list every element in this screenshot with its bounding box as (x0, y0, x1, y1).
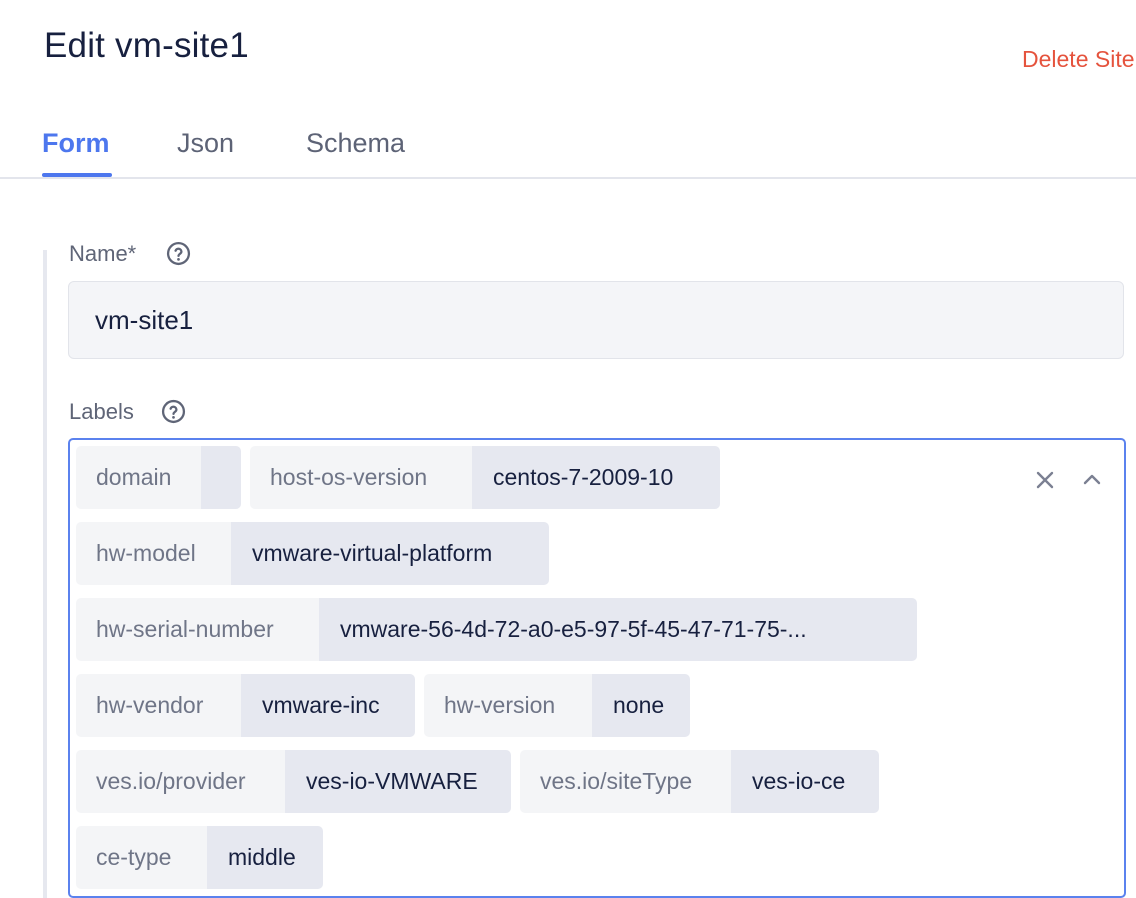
edit-site-page: Edit vm-site1 Delete Site Form Json Sche… (0, 0, 1136, 898)
label-key: host-os-version (250, 446, 472, 509)
question-circle-icon[interactable] (161, 399, 186, 424)
label-chip[interactable]: hw-version none (424, 674, 690, 737)
label-key: domain (76, 446, 201, 509)
label-value: vmware-virtual-platform (231, 522, 549, 585)
page-title: Edit vm-site1 (44, 26, 249, 65)
tab-schema[interactable]: Schema (306, 128, 405, 159)
label-chip[interactable]: host-os-version centos-7-2009-10 (250, 446, 720, 509)
labels-field-label: Labels (69, 399, 134, 424)
name-field-label: Name* (69, 241, 137, 266)
label-key: ce-type (76, 826, 207, 889)
tab-bar: Form Json Schema (0, 120, 1136, 179)
active-tab-indicator (42, 173, 112, 177)
tab-form[interactable]: Form (42, 128, 110, 159)
label-value: middle (207, 826, 323, 889)
tab-json[interactable]: Json (177, 128, 234, 159)
delete-site-button[interactable]: Delete Site (1022, 46, 1135, 73)
section-divider (43, 250, 47, 898)
label-value: centos-7-2009-10 (472, 446, 720, 509)
label-key: ves.io/provider (76, 750, 285, 813)
label-value: vmware-inc (241, 674, 415, 737)
label-value: ves-io-VMWARE (285, 750, 511, 813)
question-circle-icon[interactable] (166, 241, 191, 266)
label-chip[interactable]: hw-vendor vmware-inc (76, 674, 415, 737)
label-value: ves-io-ce (731, 750, 879, 813)
label-value: none (592, 674, 690, 737)
chevron-up-icon[interactable] (1080, 468, 1104, 492)
label-value (201, 446, 241, 509)
label-key: hw-vendor (76, 674, 241, 737)
label-chip[interactable]: ves.io/provider ves-io-VMWARE (76, 750, 511, 813)
label-key: ves.io/siteType (520, 750, 731, 813)
label-chip[interactable]: domain (76, 446, 241, 509)
label-chip[interactable]: hw-serial-number vmware-56-4d-72-a0-e5-9… (76, 598, 917, 661)
label-chip[interactable]: ce-type middle (76, 826, 323, 889)
label-key: hw-serial-number (76, 598, 319, 661)
name-input[interactable] (68, 281, 1124, 359)
label-chip[interactable]: hw-model vmware-virtual-platform (76, 522, 549, 585)
labels-multiselect[interactable]: domain host-os-version centos-7-2009-10 … (68, 438, 1126, 898)
label-value: vmware-56-4d-72-a0-e5-97-5f-45-47-71-75-… (319, 598, 917, 661)
label-key: hw-model (76, 522, 231, 585)
label-key: hw-version (424, 674, 592, 737)
close-icon[interactable] (1033, 468, 1057, 492)
label-chip[interactable]: ves.io/siteType ves-io-ce (520, 750, 879, 813)
